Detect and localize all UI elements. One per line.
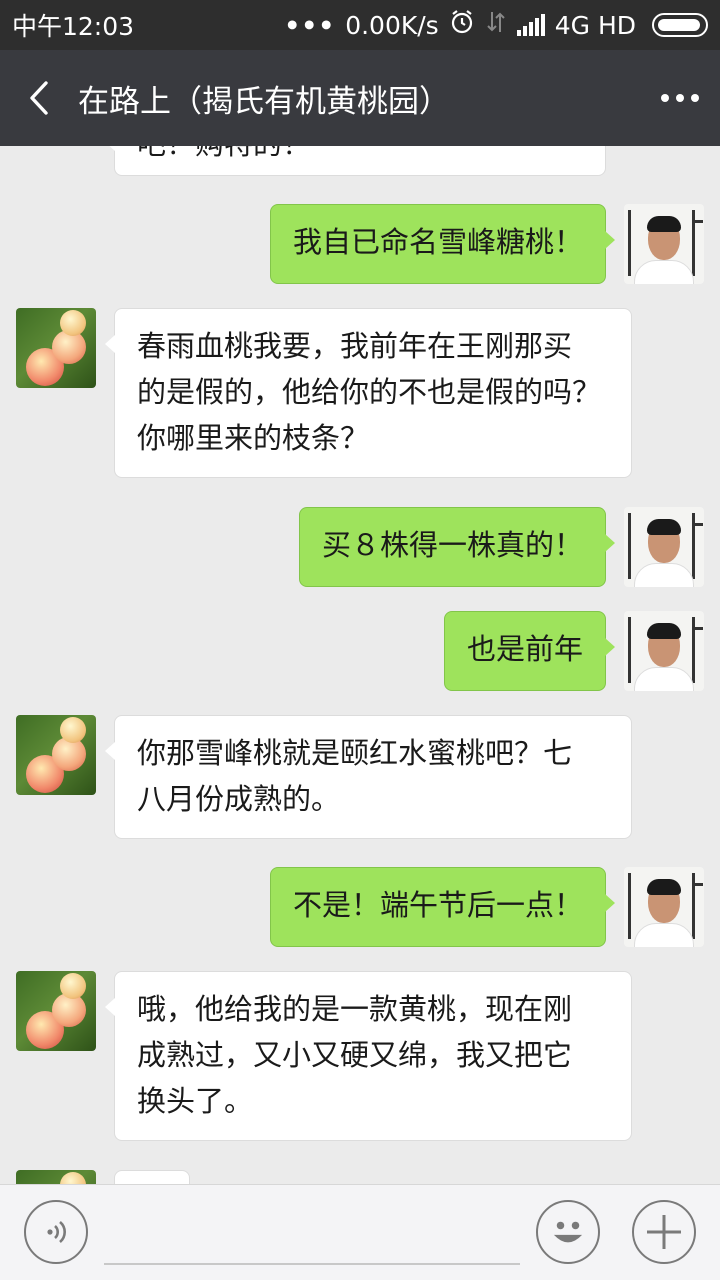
message-row: 不是！端午节后一点！ bbox=[0, 867, 720, 947]
message-line: 八月份成熟的。 bbox=[137, 782, 341, 816]
message-bubble-sent[interactable]: 不是！端午节后一点！ bbox=[269, 867, 616, 947]
message-bubble-received[interactable] bbox=[114, 1170, 190, 1184]
message-input[interactable] bbox=[104, 1199, 520, 1265]
emoji-icon bbox=[553, 1221, 583, 1243]
chat-title: 在路上（揭氏有机黄桃园） bbox=[78, 83, 450, 120]
message-list[interactable]: 吧！购特的！ 我自已命名雪峰糖桃！ 春雨血桃我要，我前年在王刚那买 的是假的，他… bbox=[0, 146, 720, 1184]
signal-icon bbox=[516, 14, 545, 36]
message-row bbox=[0, 1170, 720, 1184]
network-type: 4G HD bbox=[554, 10, 636, 40]
message-bubble-received[interactable]: 春雨血桃我要，我前年在王刚那买 的是假的，他给你的不也是假的吗？ 你哪里来的枝条… bbox=[105, 308, 632, 478]
more-options-icon bbox=[661, 94, 699, 102]
message-text: 买８株得一株真的！ bbox=[321, 528, 583, 562]
message-row: 春雨血桃我要，我前年在王刚那买 的是假的，他给你的不也是假的吗？ 你哪里来的枝条… bbox=[0, 308, 720, 478]
message-line: 的是假的，他给你的不也是假的吗？ bbox=[137, 375, 602, 409]
my-avatar[interactable] bbox=[624, 867, 704, 947]
net-speed: 0.00K/s bbox=[345, 10, 439, 40]
back-button[interactable] bbox=[0, 50, 78, 146]
contact-avatar[interactable] bbox=[16, 715, 96, 795]
message-line: 换头了。 bbox=[137, 1084, 254, 1118]
battery-icon bbox=[652, 13, 708, 37]
back-arrow-icon bbox=[30, 81, 48, 115]
status-bar: 中午12:03 ••• 0.00K/s 4G HD bbox=[0, 0, 720, 50]
contact-avatar[interactable] bbox=[16, 971, 96, 1051]
voice-input-button[interactable] bbox=[24, 1200, 88, 1264]
contact-avatar[interactable] bbox=[16, 1170, 96, 1184]
message-line: 成熟过，又小又硬又绵，我又把它 bbox=[137, 1038, 573, 1072]
message-bubble-received[interactable]: 你那雪峰桃就是颐红水蜜桃吧？七 八月份成熟的。 bbox=[105, 715, 632, 839]
message-text: 也是前年 bbox=[466, 632, 583, 666]
message-bubble-received[interactable]: 哦，他给我的是一款黄桃，现在刚 成熟过，又小又硬又绵，我又把它 换头了。 bbox=[105, 971, 632, 1141]
message-bubble-sent[interactable]: 也是前年 bbox=[443, 611, 616, 691]
status-time: 中午12:03 bbox=[12, 12, 135, 41]
message-bubble-sent[interactable]: 买８株得一株真的！ bbox=[298, 507, 616, 587]
message-line: 春雨血桃我要，我前年在王刚那买 bbox=[137, 329, 573, 363]
input-bar bbox=[0, 1184, 720, 1280]
message-text: 吧！购特的！ bbox=[137, 146, 311, 161]
my-avatar[interactable] bbox=[624, 611, 704, 691]
emoji-button[interactable] bbox=[536, 1200, 600, 1264]
voice-icon bbox=[47, 1221, 66, 1243]
message-row: 我自已命名雪峰糖桃！ bbox=[0, 204, 720, 284]
plus-icon bbox=[647, 1215, 681, 1249]
data-transfer-icon bbox=[485, 10, 507, 40]
message-line: 你哪里来的枝条？ bbox=[137, 421, 370, 455]
alarm-icon bbox=[449, 9, 475, 41]
message-text: 我自已命名雪峰糖桃！ bbox=[292, 225, 583, 259]
chat-header: 在路上（揭氏有机黄桃园） bbox=[0, 50, 720, 146]
message-text: 不是！端午节后一点！ bbox=[292, 888, 583, 922]
notification-dots: ••• bbox=[284, 10, 336, 40]
message-row: 也是前年 bbox=[0, 611, 720, 691]
message-line: 你那雪峰桃就是颐红水蜜桃吧？七 bbox=[137, 736, 573, 770]
message-line: 哦，他给我的是一款黄桃，现在刚 bbox=[137, 992, 573, 1026]
message-row: 哦，他给我的是一款黄桃，现在刚 成熟过，又小又硬又绵，我又把它 换头了。 bbox=[0, 971, 720, 1141]
my-avatar[interactable] bbox=[624, 204, 704, 284]
more-options-button[interactable] bbox=[640, 50, 720, 146]
more-functions-button[interactable] bbox=[632, 1200, 696, 1264]
message-bubble-received[interactable]: 吧！购特的！ bbox=[105, 146, 606, 176]
message-row: 买８株得一株真的！ bbox=[0, 507, 720, 587]
contact-avatar[interactable] bbox=[16, 308, 96, 388]
my-avatar[interactable] bbox=[624, 507, 704, 587]
message-bubble-sent[interactable]: 我自已命名雪峰糖桃！ bbox=[269, 204, 616, 284]
message-row: 你那雪峰桃就是颐红水蜜桃吧？七 八月份成熟的。 bbox=[0, 715, 720, 839]
